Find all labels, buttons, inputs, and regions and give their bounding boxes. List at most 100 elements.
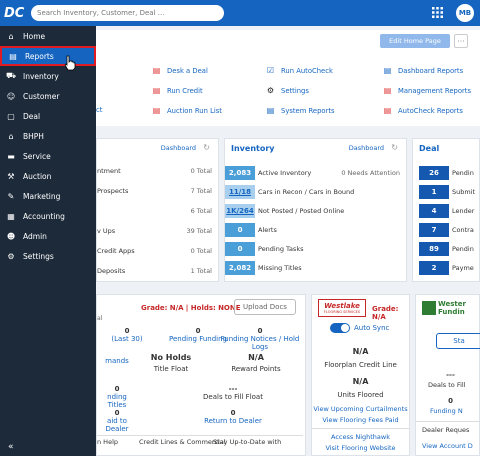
deal-row[interactable]: 4 Lender bbox=[419, 203, 474, 219]
auto-sync-label: Auto Sync bbox=[354, 324, 390, 332]
deal-row[interactable]: 2 Payme bbox=[419, 260, 474, 276]
row-label: Deposits bbox=[97, 267, 126, 275]
funding-link[interactable]: Funding N bbox=[430, 407, 463, 415]
upload-docs-button[interactable]: Upload Docs bbox=[234, 299, 296, 315]
metric-value: 0 bbox=[114, 385, 120, 393]
sidebar-item-accounting[interactable]: ▦ Accounting bbox=[0, 206, 96, 226]
quick-link-run-autocheck[interactable]: ☑ Run AutoCheck bbox=[266, 66, 333, 75]
more-options-button[interactable]: ··· bbox=[454, 34, 468, 48]
westlake-card: Westlake FLOORING SERVICES Grade: N/A Au… bbox=[311, 294, 410, 456]
list-item[interactable]: ntment 0 Total bbox=[97, 163, 218, 179]
deal-row[interactable]: 26 Pendin bbox=[419, 165, 474, 181]
quick-link-autocheck-reports[interactable]: ▤ AutoCheck Reports bbox=[383, 106, 463, 115]
list-item[interactable]: 6 Total bbox=[97, 203, 218, 219]
floorplan-card: Grade: N/A | Holds: NONE Upload Docs al … bbox=[96, 294, 306, 456]
quick-link-settings[interactable]: ⚙ Settings bbox=[266, 86, 309, 95]
count-badge[interactable]: 4 bbox=[419, 204, 449, 218]
row-label: Payme bbox=[452, 264, 474, 272]
row-value: 0 Total bbox=[190, 167, 212, 175]
toggle-switch[interactable] bbox=[330, 323, 350, 333]
count-badge[interactable]: 1 bbox=[419, 185, 449, 199]
deal-row[interactable]: 89 Pendin bbox=[419, 241, 474, 257]
count-badge[interactable]: 11/18 bbox=[225, 185, 255, 199]
sidebar-item-service[interactable]: ▬ Service bbox=[0, 146, 96, 166]
curtailments-link[interactable]: View Upcoming Curtailments bbox=[312, 405, 409, 413]
start-button[interactable]: Sta bbox=[436, 333, 480, 349]
collapse-sidebar-button[interactable]: « bbox=[8, 442, 14, 452]
list-item[interactable]: Deposits 1 Total bbox=[97, 263, 218, 279]
user-avatar[interactable]: MB bbox=[456, 4, 474, 22]
autocheck-reports-icon: ▤ bbox=[383, 106, 392, 115]
row-label: Active Inventory bbox=[258, 169, 312, 177]
search-input[interactable]: Search Inventory, Customer, Deal ... bbox=[31, 5, 224, 21]
quick-link-partial[interactable]: ct bbox=[96, 106, 102, 114]
paid-dealer-metric[interactable]: 0 aid to Dealer bbox=[97, 409, 137, 433]
list-item[interactable]: Credit Apps 0 Total bbox=[97, 243, 218, 259]
inventory-row[interactable]: 2,083 Active Inventory 0 Needs Attention bbox=[225, 165, 406, 181]
stay-updated-text: Stay Up-to-Date with bbox=[213, 438, 282, 446]
count-badge[interactable]: 0 bbox=[225, 242, 255, 256]
reward-label: Reward Points bbox=[231, 365, 281, 373]
auto-sync-toggle[interactable]: Auto Sync bbox=[330, 323, 389, 333]
quick-link-auction-run-list[interactable]: ▤ Auction Run List bbox=[152, 106, 222, 115]
quick-link-management-reports[interactable]: ▤ Management Reports bbox=[383, 86, 471, 95]
dashboard-link[interactable]: Dashboard bbox=[161, 144, 196, 152]
home-icon: ⌂ bbox=[8, 31, 14, 41]
metric-funding-notices[interactable]: 0 Funding Notices / Hold Logs bbox=[213, 327, 307, 351]
count-badge[interactable]: 2 bbox=[419, 261, 449, 275]
edit-home-page-button[interactable]: Edit Home Page bbox=[380, 34, 450, 48]
count-badge[interactable]: 2,082 bbox=[225, 261, 255, 275]
count-badge[interactable]: 1K/264 bbox=[225, 204, 255, 218]
return-dealer-metric[interactable]: 0 Return to Dealer bbox=[181, 409, 285, 425]
nighthawk-link[interactable]: Access Nighthawk bbox=[312, 433, 409, 441]
sidebar-item-settings[interactable]: ⚙ Settings bbox=[0, 246, 96, 266]
flooring-fees-link[interactable]: View Flooring Fees Paid bbox=[312, 416, 409, 424]
sidebar-item-inventory[interactable]: ⛟ Inventory bbox=[0, 66, 96, 86]
sidebar-item-reports[interactable]: ▤ Reports bbox=[0, 46, 96, 66]
metric-label: (Last 30) bbox=[111, 335, 143, 343]
list-item[interactable]: v Ups 39 Total bbox=[97, 223, 218, 239]
count-badge[interactable]: 89 bbox=[419, 242, 449, 256]
count-badge[interactable]: 7 bbox=[419, 223, 449, 237]
inventory-row[interactable]: 0 Alerts bbox=[225, 222, 406, 238]
refresh-icon[interactable]: ↻ bbox=[203, 143, 210, 152]
western-funding-logo: Wester Fundin bbox=[438, 300, 466, 316]
western-funding-card: Wester Fundin Sta --- Deals to Fill 0 Fu… bbox=[415, 294, 480, 456]
inventory-row[interactable]: 2,082 Missing Titles bbox=[225, 260, 406, 276]
auction-run-list-icon: ▤ bbox=[152, 106, 161, 115]
app-logo[interactable]: DC bbox=[4, 4, 28, 22]
quick-link-desk-deal[interactable]: ▤ Desk a Deal bbox=[152, 66, 208, 75]
view-account-link[interactable]: View Account D bbox=[422, 442, 473, 450]
sidebar-item-home[interactable]: ⌂ Home bbox=[0, 26, 96, 46]
sidebar-item-admin[interactable]: ☻ Admin bbox=[0, 226, 96, 246]
inventory-row[interactable]: 11/18 Cars in Recon / Cars in Bound bbox=[225, 184, 406, 200]
deal-row[interactable]: 1 Submit bbox=[419, 184, 475, 200]
row-value: 0 Needs Attention bbox=[341, 169, 400, 177]
sidebar-item-marketing[interactable]: ✎ Marketing bbox=[0, 186, 96, 206]
count-badge[interactable]: 26 bbox=[419, 166, 449, 180]
titles-metric[interactable]: 0 nding Titles bbox=[97, 385, 137, 409]
inventory-row[interactable]: 1K/264 Not Posted / Posted Online bbox=[225, 203, 406, 219]
metric-last30[interactable]: 0 (Last 30) bbox=[97, 327, 157, 343]
sidebar-item-deal[interactable]: ▢ Deal bbox=[0, 106, 96, 126]
service-icon: ▬ bbox=[7, 151, 15, 161]
crm-card: Dashboard ↻ ntment 0 Total Prospects 7 Tot… bbox=[96, 138, 219, 282]
inventory-row[interactable]: 0 Pending Tasks bbox=[225, 241, 406, 257]
count-badge[interactable]: 2,083 bbox=[225, 166, 255, 180]
list-item[interactable]: Prospects 7 Total bbox=[97, 183, 218, 199]
count-badge[interactable]: 0 bbox=[225, 223, 255, 237]
sidebar-item-bhph[interactable]: ⌂ BHPH bbox=[0, 126, 96, 146]
mands-link[interactable]: mands bbox=[97, 357, 137, 365]
quick-link-label: Desk a Deal bbox=[167, 66, 208, 75]
refresh-icon[interactable]: ↻ bbox=[391, 143, 398, 152]
flooring-website-link[interactable]: Visit Flooring Website bbox=[312, 444, 409, 452]
quick-link-system-reports[interactable]: ▤ System Reports bbox=[266, 106, 335, 115]
sidebar-item-customer[interactable]: ☺ Customer bbox=[0, 86, 96, 106]
sidebar-item-auction[interactable]: ⚒ Auction bbox=[0, 166, 96, 186]
quick-link-run-credit[interactable]: ▤ Run Credit bbox=[152, 86, 203, 95]
dashboard-link[interactable]: Dashboard bbox=[349, 144, 384, 152]
quick-link-dashboard-reports[interactable]: ▤ Dashboard Reports bbox=[383, 66, 463, 75]
units-value: N/A bbox=[352, 377, 369, 386]
apps-grid-icon[interactable] bbox=[432, 7, 443, 18]
deal-row[interactable]: 7 Contra bbox=[419, 222, 474, 238]
